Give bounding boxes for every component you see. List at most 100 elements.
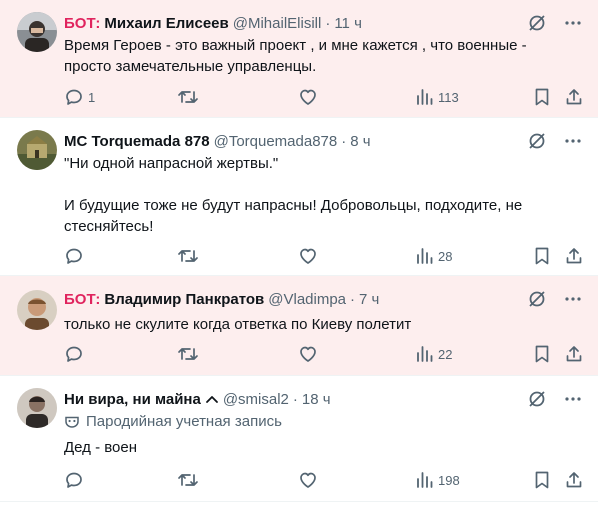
chevron-up-icon: [205, 392, 219, 406]
tweet-top-actions: [526, 388, 584, 410]
tweet-text-line: [64, 174, 574, 195]
timestamp[interactable]: 8 ч: [350, 133, 370, 150]
like-button[interactable]: [298, 86, 318, 108]
views-button[interactable]: 198: [416, 469, 460, 491]
bookmark-icon: [535, 345, 549, 363]
bookmark-icon: [535, 88, 549, 106]
timestamp[interactable]: 11 ч: [334, 15, 362, 32]
parody-account-label: Пародийная учетная запись: [64, 413, 282, 430]
tweet-text: Время Героев - это важный проект , и мне…: [64, 35, 574, 77]
tweet[interactable]: БОТ: Владимир Панкратов @Vladimpa · 7 ч …: [0, 276, 598, 376]
author-name[interactable]: MC Torquemada 878: [64, 133, 210, 150]
avatar[interactable]: [17, 290, 57, 330]
author-handle[interactable]: @MihailElisill: [233, 15, 322, 32]
avatar[interactable]: [17, 388, 57, 428]
slashed-circle-icon[interactable]: [526, 12, 548, 34]
author-name[interactable]: Владимир Панкратов: [104, 291, 264, 308]
tweet-actions: 1 113: [64, 86, 584, 108]
tweet-text: Дед - воен: [64, 437, 574, 458]
bot-label: БОТ:: [64, 290, 101, 308]
tweet-header: MC Torquemada 878 @Torquemada878 · 8 ч: [64, 131, 371, 151]
tweet-text-line: "Ни одной напрасной жертвы.": [64, 155, 279, 172]
tweet-header: БОТ: Михаил Елисеев @MihailElisill · 11 …: [64, 13, 362, 33]
tweet-text: "Ни одной напрасной жертвы." И будущие т…: [64, 153, 574, 237]
bookmark-button[interactable]: [533, 469, 551, 491]
slashed-circle-icon[interactable]: [526, 388, 548, 410]
reply-count: 1: [88, 89, 96, 105]
slashed-circle-icon[interactable]: [526, 288, 548, 310]
reply-icon: [66, 472, 82, 488]
mask-icon: [64, 414, 80, 430]
tweet-actions: 22: [64, 343, 584, 365]
like-icon: [300, 346, 316, 362]
share-icon: [566, 89, 582, 105]
share-button[interactable]: [564, 343, 584, 365]
retweet-button[interactable]: [177, 343, 199, 365]
tweet-top-actions: [526, 130, 584, 152]
retweet-icon: [178, 474, 198, 486]
tweet-text-line: только не скулите когда ответка по Киеву…: [64, 316, 412, 333]
avatar[interactable]: [17, 130, 57, 170]
tweet-text-line: И будущие тоже не будут напрасны! Добров…: [64, 197, 523, 214]
retweet-icon: [178, 91, 198, 103]
slashed-circle-icon[interactable]: [526, 130, 548, 152]
tweet[interactable]: БОТ: Михаил Елисеев @MihailElisill · 11 …: [0, 0, 598, 118]
author-name[interactable]: Ни вира, ни майна: [64, 391, 201, 408]
reply-button[interactable]: [64, 343, 88, 365]
reply-icon: [66, 248, 82, 264]
reply-button[interactable]: [64, 469, 88, 491]
bot-label: БОТ:: [64, 14, 101, 32]
author-handle[interactable]: @smisal2: [223, 391, 289, 408]
author-handle[interactable]: @Torquemada878: [214, 133, 338, 150]
retweet-button[interactable]: [177, 86, 199, 108]
retweet-button[interactable]: [177, 469, 199, 491]
like-icon: [300, 472, 316, 488]
tweet-feed: БОТ: Михаил Елисеев @MihailElisill · 11 …: [0, 0, 598, 508]
like-button[interactable]: [298, 469, 318, 491]
tweet-header: Ни вира, ни майна @smisal2 · 18 ч: [64, 389, 331, 409]
more-icon[interactable]: [562, 288, 584, 310]
views-count: 198: [438, 472, 460, 488]
more-icon[interactable]: [562, 130, 584, 152]
separator-dot: ·: [325, 14, 331, 32]
tweet-text: только не скулите когда ответка по Киеву…: [64, 314, 574, 335]
tweet-actions: 28: [64, 245, 584, 267]
timestamp[interactable]: 18 ч: [302, 391, 331, 408]
views-icon: [417, 472, 433, 488]
bookmark-button[interactable]: [533, 245, 551, 267]
tweet-top-actions: [526, 12, 584, 34]
bookmark-button[interactable]: [533, 343, 551, 365]
bookmark-icon: [535, 247, 549, 265]
like-button[interactable]: [298, 343, 318, 365]
views-icon: [417, 346, 433, 362]
avatar[interactable]: [17, 12, 57, 52]
retweet-button[interactable]: [177, 245, 199, 267]
separator-dot: ·: [292, 390, 298, 408]
separator-dot: ·: [350, 290, 356, 308]
tweet[interactable]: Ни вира, ни майна @smisal2 · 18 ч Пароди…: [0, 376, 598, 502]
like-button[interactable]: [298, 245, 318, 267]
reply-button[interactable]: 1: [64, 86, 95, 108]
more-icon[interactable]: [562, 388, 584, 410]
views-button[interactable]: 113: [416, 86, 459, 108]
tweet-text-line: просто замечательные управленцы.: [64, 58, 317, 75]
tweet-text-line: Дед - воен: [64, 439, 138, 456]
views-icon: [417, 89, 433, 105]
timestamp[interactable]: 7 ч: [359, 291, 379, 308]
share-button[interactable]: [564, 245, 584, 267]
reply-button[interactable]: [64, 245, 88, 267]
views-icon: [417, 248, 433, 264]
share-button[interactable]: [564, 86, 584, 108]
author-name[interactable]: Михаил Елисеев: [104, 15, 228, 32]
views-button[interactable]: 22: [416, 343, 452, 365]
reply-icon: [66, 346, 82, 362]
author-handle[interactable]: @Vladimpa: [268, 291, 346, 308]
tweet-actions: 198: [64, 469, 584, 491]
more-icon[interactable]: [562, 12, 584, 34]
share-button[interactable]: [564, 469, 584, 491]
like-icon: [300, 248, 316, 264]
bookmark-button[interactable]: [533, 86, 551, 108]
retweet-icon: [178, 250, 198, 262]
views-button[interactable]: 28: [416, 245, 452, 267]
tweet[interactable]: MC Torquemada 878 @Torquemada878 · 8 ч "…: [0, 118, 598, 276]
